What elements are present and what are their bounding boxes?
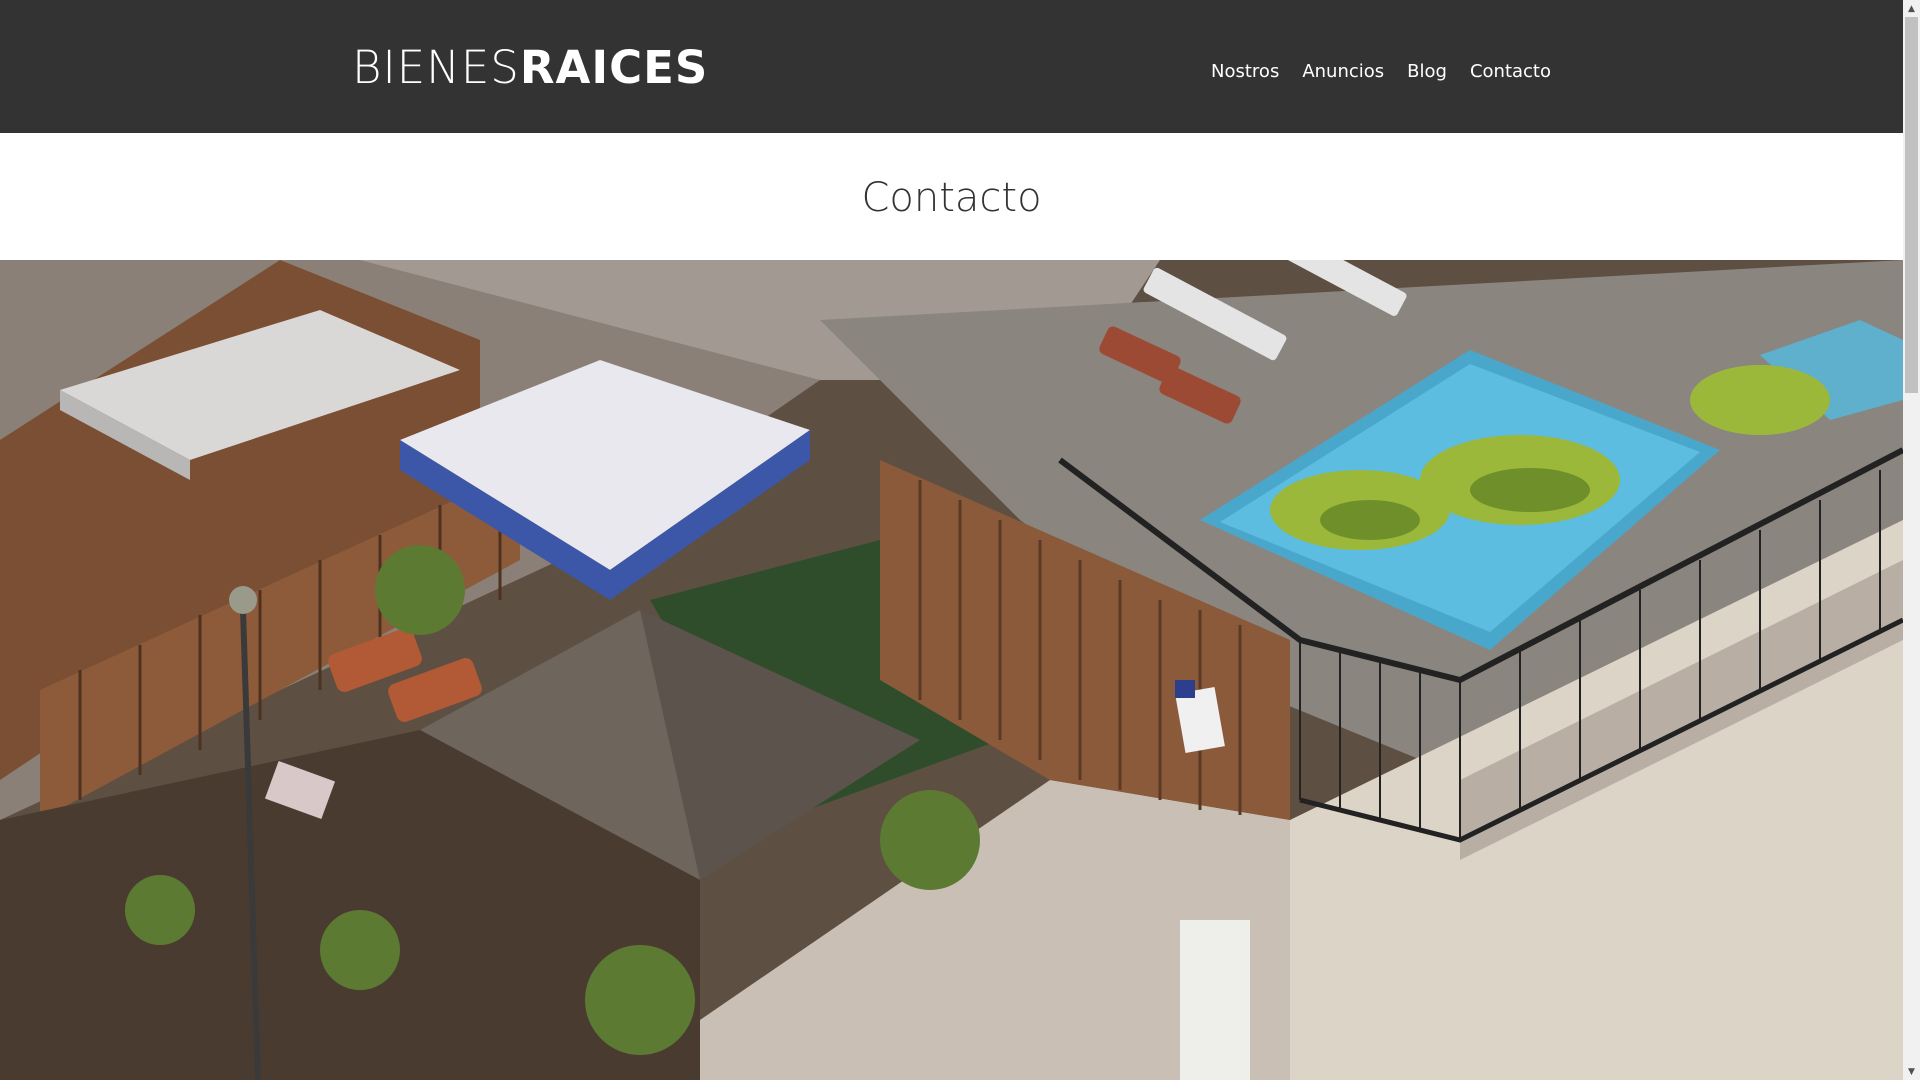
logo-text-light: BIENES <box>352 41 520 94</box>
nav-link-contacto[interactable]: Contacto <box>1470 58 1551 86</box>
scroll-down-arrow-icon[interactable]: ▼ <box>1903 1063 1920 1080</box>
scrollbar-thumb[interactable] <box>1905 17 1918 393</box>
nav-link-blog[interactable]: Blog <box>1407 58 1447 86</box>
main-nav: Nostros Anuncios Blog Contacto <box>1211 58 1551 86</box>
scroll-up-arrow-icon[interactable]: ▲ <box>1903 0 1920 17</box>
vertical-scrollbar[interactable]: ▲ ▼ <box>1903 0 1920 1080</box>
site-header: BIENESRAICES Nostros Anuncios Blog Conta… <box>0 0 1903 133</box>
nav-link-nostros[interactable]: Nostros <box>1211 58 1279 86</box>
nav-link-anuncios[interactable]: Anuncios <box>1302 58 1384 86</box>
hero-image <box>0 260 1903 1080</box>
site-logo[interactable]: BIENESRAICES <box>352 40 708 96</box>
logo-text-bold: RAICES <box>519 41 709 94</box>
page-title: Contacto <box>861 175 1042 221</box>
